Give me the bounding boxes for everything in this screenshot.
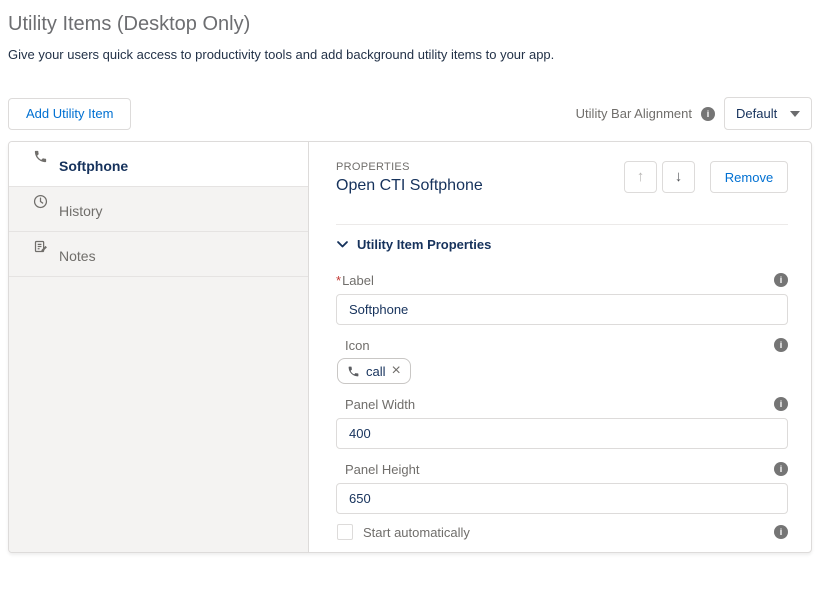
- label-input[interactable]: [336, 294, 788, 325]
- icon-pill-label: call: [366, 364, 386, 379]
- utility-items-list: Softphone History Notes: [9, 142, 309, 552]
- icon-pill[interactable]: call ×: [337, 358, 411, 384]
- info-icon[interactable]: i: [774, 462, 788, 476]
- panel-width-input[interactable]: [336, 418, 788, 449]
- start-automatically-checkbox[interactable]: [337, 524, 353, 540]
- utility-bar-alignment-group: Utility Bar Alignment i Default: [576, 97, 812, 130]
- alignment-dropdown-value: Default: [736, 106, 777, 121]
- chevron-down-icon: [336, 238, 349, 251]
- info-icon[interactable]: i: [701, 107, 715, 121]
- icon-field-row: Icon i: [336, 337, 788, 353]
- arrow-up-icon: ↑: [637, 168, 645, 185]
- panel-height-field-row: Panel Height i: [336, 461, 788, 477]
- move-down-button[interactable]: ↓: [662, 161, 695, 193]
- add-utility-item-button[interactable]: Add Utility Item: [8, 98, 131, 130]
- close-icon[interactable]: ×: [392, 364, 401, 378]
- panel-width-field-row: Panel Width i: [336, 396, 788, 412]
- panel-height-input[interactable]: [336, 483, 788, 514]
- properties-actions: ↑ ↓ Remove: [624, 161, 788, 193]
- move-up-button[interactable]: ↑: [624, 161, 657, 193]
- properties-title: Open CTI Softphone: [336, 177, 483, 195]
- sidebar-item-history[interactable]: History: [9, 187, 308, 232]
- section-title: Utility Item Properties: [357, 237, 491, 252]
- utility-items-page: Utility Items (Desktop Only) Give your u…: [0, 10, 820, 553]
- note-icon: [33, 239, 48, 254]
- clock-icon: [33, 194, 48, 209]
- panel-width-label: Panel Width: [336, 397, 415, 412]
- properties-eyebrow: PROPERTIES: [336, 161, 483, 173]
- toolbar: Add Utility Item Utility Bar Alignment i…: [8, 97, 812, 130]
- utility-item-properties-section-toggle[interactable]: Utility Item Properties: [336, 237, 788, 252]
- sidebar-item-softphone[interactable]: Softphone: [9, 142, 308, 187]
- start-automatically-label: Start automatically: [363, 525, 774, 540]
- remove-button[interactable]: Remove: [710, 161, 788, 193]
- info-icon[interactable]: i: [774, 338, 788, 352]
- alignment-dropdown[interactable]: Default: [724, 97, 812, 130]
- info-icon[interactable]: i: [774, 397, 788, 411]
- chevron-down-icon: [790, 111, 800, 117]
- label-field-label: *Label: [336, 273, 374, 288]
- utility-bar-alignment-label: Utility Bar Alignment: [576, 106, 692, 121]
- page-title: Utility Items (Desktop Only): [8, 10, 812, 38]
- icon-field-label: Icon: [336, 338, 370, 353]
- properties-pane: PROPERTIES Open CTI Softphone ↑ ↓ Remove…: [309, 142, 811, 552]
- info-icon[interactable]: i: [774, 273, 788, 287]
- page-subtitle: Give your users quick access to producti…: [8, 47, 812, 62]
- properties-titles: PROPERTIES Open CTI Softphone: [336, 161, 483, 195]
- info-icon[interactable]: i: [774, 525, 788, 539]
- required-marker: *: [336, 273, 341, 288]
- phone-icon: [33, 149, 48, 164]
- utility-items-panel: Softphone History Notes PROPERTIES Open …: [8, 141, 812, 553]
- section-divider: [336, 224, 788, 225]
- start-automatically-row: Start automatically i: [336, 523, 788, 541]
- panel-height-label: Panel Height: [336, 462, 419, 477]
- sidebar-item-label: History: [59, 203, 103, 219]
- sidebar-item-label: Softphone: [59, 158, 128, 174]
- properties-header: PROPERTIES Open CTI Softphone ↑ ↓ Remove: [336, 161, 788, 195]
- label-field-row: *Label i: [336, 272, 788, 288]
- arrow-down-icon: ↓: [675, 168, 683, 185]
- phone-icon: [347, 365, 360, 378]
- sidebar-item-label: Notes: [59, 248, 96, 264]
- sidebar-item-notes[interactable]: Notes: [9, 232, 308, 277]
